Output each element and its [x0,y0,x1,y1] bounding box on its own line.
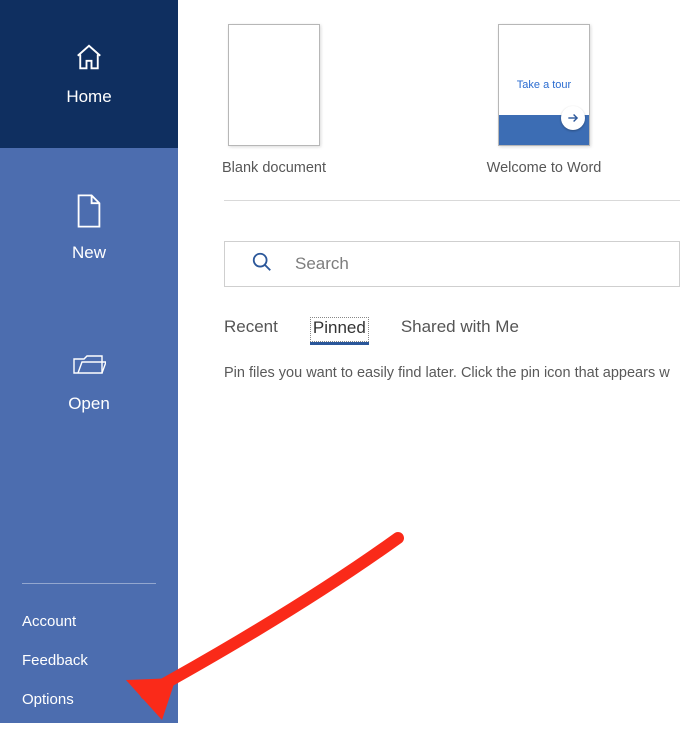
template-thumbnail [228,24,320,146]
template-blank-document[interactable]: Blank document [224,24,324,176]
folder-open-icon [72,353,106,384]
tab-pinned[interactable]: Pinned [310,317,369,342]
template-caption: Blank document [222,160,326,176]
template-thumbnail: Take a tour [498,24,590,146]
tab-shared-with-me[interactable]: Shared with Me [401,317,519,343]
tab-recent[interactable]: Recent [224,317,278,343]
sidebar-item-label: New [72,243,106,263]
search-box[interactable] [224,241,680,287]
divider [22,583,156,584]
sidebar-item-home[interactable]: Home [66,42,111,107]
pinned-helper-text: Pin files you want to easily find later.… [224,365,680,381]
arrow-right-icon [561,106,585,130]
search-input[interactable] [295,254,665,274]
sidebar-item-options[interactable]: Options [22,680,156,719]
template-caption: Welcome to Word [487,160,602,176]
divider [224,200,680,201]
new-document-icon [76,194,102,233]
sidebar-item-feedback[interactable]: Feedback [22,641,156,680]
file-tabs: Recent Pinned Shared with Me [224,317,680,343]
sidebar-bottom: Account Feedback Options [0,565,178,723]
sidebar-item-account[interactable]: Account [22,602,156,641]
tour-label: Take a tour [499,79,589,91]
sidebar: Home New Open [0,0,178,723]
sidebar-item-open[interactable]: Open [0,329,178,438]
main-content: Blank document Take a tour Welcome to Wo… [178,0,680,723]
sidebar-item-new[interactable]: New [0,148,178,329]
sidebar-item-label: Open [68,394,110,414]
template-welcome-to-word[interactable]: Take a tour Welcome to Word [494,24,594,176]
search-icon [251,251,273,278]
home-icon [74,42,104,77]
sidebar-item-label: Home [66,87,111,107]
